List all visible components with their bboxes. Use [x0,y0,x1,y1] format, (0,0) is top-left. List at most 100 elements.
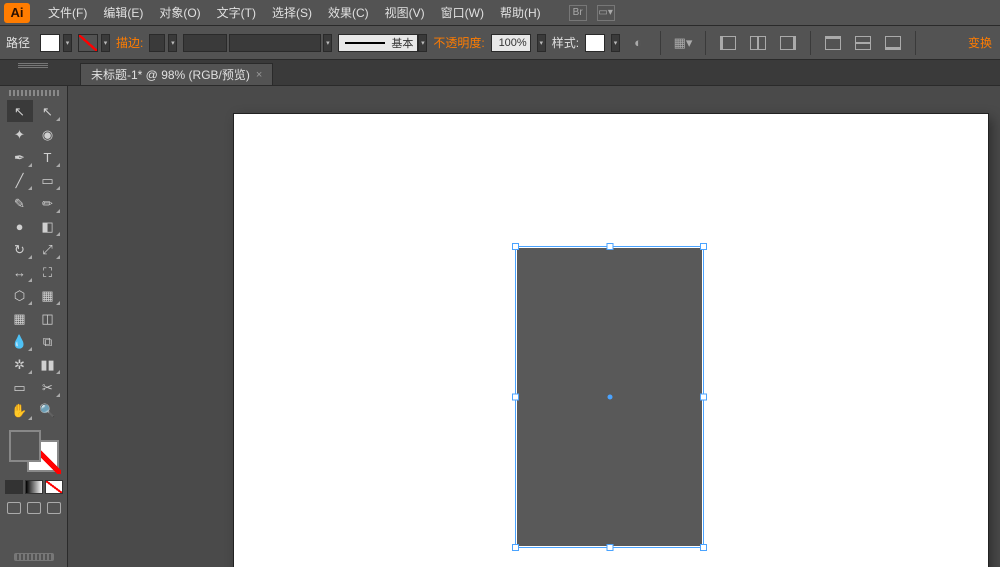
align-top-icon[interactable] [821,33,845,53]
rotate-tool[interactable]: ↻ [7,238,33,260]
stroke-profile-field[interactable] [229,34,321,52]
stroke-swatch-group: ▾ [78,34,110,52]
stroke-weight-dropdown[interactable]: ▾ [168,34,177,52]
brush-definition-dropdown[interactable]: ▾ [418,34,427,52]
eyedropper-tool[interactable]: 💧 [7,330,33,352]
menu-help[interactable]: 帮助(H) [492,0,549,25]
type-tool[interactable]: T [35,146,61,168]
rectangle-shape[interactable] [517,248,702,546]
opacity-dropdown[interactable]: ▾ [537,34,546,52]
mesh-tool[interactable]: ▦ [7,307,33,329]
zoom-tool[interactable]: 🔍 [35,399,61,421]
brush-definition[interactable]: 基本 [338,34,418,52]
rotate-icon: ↻ [14,243,25,256]
workspace[interactable] [68,86,1000,567]
align-right-icon[interactable] [776,33,800,53]
stroke-swatch-dropdown[interactable]: ▾ [101,34,110,52]
toolbox-grip[interactable] [9,90,59,96]
direct-selection-tool[interactable]: ↖ [35,100,61,122]
pencil-tool[interactable]: ✏ [35,192,61,214]
main-area: ↖ ↖ ✦ ◉ ✒ T ╱ ▭ ✎ ✏ ● ◧ ↻ ⤢ ↔ ⛶ [0,86,1000,567]
align-vcenter-icon[interactable] [851,33,875,53]
opacity-input[interactable]: 100% [491,34,531,52]
document-tab[interactable]: 未标题-1* @ 98% (RGB/预览) × [80,63,273,85]
align-selection-icon[interactable]: ▦▾ [671,33,695,53]
direct-selection-icon: ↖ [42,105,53,118]
selection-tool[interactable]: ↖ [7,100,33,122]
stroke-profile-group: ▾ [183,34,332,52]
column-graph-tool[interactable]: ▮▮ [35,353,61,375]
document-tab-title: 未标题-1* @ 98% (RGB/预览) [91,66,250,83]
rectangle-tool[interactable]: ▭ [35,169,61,191]
paintbrush-tool[interactable]: ✎ [7,192,33,214]
stroke-swatch[interactable] [78,34,98,52]
slice-icon: ✂ [42,381,53,394]
pen-tool[interactable]: ✒ [7,146,33,168]
rectangle-icon: ▭ [41,174,53,187]
fill-stroke-indicator[interactable] [5,426,63,476]
hand-icon: ✋ [11,404,27,417]
tabbar-grip[interactable] [18,63,48,69]
graphic-style-dropdown[interactable]: ▾ [611,34,620,52]
fill-indicator[interactable] [9,430,41,462]
graphic-style-label: 样式: [552,34,579,51]
toolbox-dock-handle[interactable] [14,553,54,561]
gradient-mode[interactable] [25,480,43,494]
line-icon: ╱ [16,174,24,187]
menu-select[interactable]: 选择(S) [264,0,320,25]
width-tool[interactable]: ↔ [7,261,33,283]
shape-builder-tool[interactable]: ⬡ [7,284,33,306]
recolor-artwork-icon[interactable]: ◐ [626,33,650,53]
transform-panel-label[interactable]: 变换 [968,34,994,51]
fill-swatch[interactable] [40,34,60,52]
selection-icon: ↖ [14,105,25,118]
menu-edit[interactable]: 编辑(E) [95,0,151,25]
app-logo: Ai [4,3,30,23]
menu-view[interactable]: 视图(V) [377,0,433,25]
stroke-weight-stepper[interactable] [149,34,165,52]
bridge-icon[interactable]: Br [569,5,587,21]
lasso-tool[interactable]: ◉ [35,123,61,145]
fill-swatch-dropdown[interactable]: ▾ [63,34,72,52]
gradient-icon: ◫ [41,312,53,325]
pencil-icon: ✏ [42,197,53,210]
opacity-label: 不透明度: [433,34,484,51]
menu-window[interactable]: 窗口(W) [433,0,492,25]
graphic-style-swatch[interactable] [585,34,605,52]
blob-brush-tool[interactable]: ● [7,215,33,237]
gradient-tool[interactable]: ◫ [35,307,61,329]
stroke-variable-width[interactable] [183,34,227,52]
menu-file[interactable]: 文件(F) [40,0,95,25]
arrange-documents-icon[interactable]: ▭▾ [597,5,615,21]
align-bottom-icon[interactable] [881,33,905,53]
scale-tool[interactable]: ⤢ [35,238,61,260]
divider [660,31,661,55]
close-icon[interactable]: × [256,69,262,81]
stroke-profile-dropdown[interactable]: ▾ [323,34,332,52]
toolbox-panel: ↖ ↖ ✦ ◉ ✒ T ╱ ▭ ✎ ✏ ● ◧ ↻ ⤢ ↔ ⛶ [0,86,68,567]
artboard-tool[interactable]: ▭ [7,376,33,398]
normal-screen-mode-icon[interactable] [7,502,21,514]
blend-tool[interactable]: ⧉ [35,330,61,352]
none-mode[interactable] [45,480,63,494]
free-transform-tool[interactable]: ⛶ [35,261,61,283]
solid-color-mode[interactable] [5,480,23,494]
presentation-mode-icon[interactable] [47,502,61,514]
eraser-tool[interactable]: ◧ [35,215,61,237]
menu-type[interactable]: 文字(T) [209,0,264,25]
artboard[interactable] [234,114,988,567]
hand-tool[interactable]: ✋ [7,399,33,421]
menu-object[interactable]: 对象(O) [151,0,208,25]
slice-tool[interactable]: ✂ [35,376,61,398]
magic-wand-tool[interactable]: ✦ [7,123,33,145]
line-segment-tool[interactable]: ╱ [7,169,33,191]
perspective-grid-tool[interactable]: ▦ [35,284,61,306]
selection-mode-label: 路径 [6,34,34,51]
menu-effect[interactable]: 效果(C) [320,0,377,25]
blend-icon: ⧉ [43,335,52,348]
symbol-sprayer-tool[interactable]: ✲ [7,353,33,375]
align-hcenter-icon[interactable] [746,33,770,53]
eyedropper-icon: 💧 [11,335,27,348]
align-left-icon[interactable] [716,33,740,53]
full-screen-mode-icon[interactable] [27,502,41,514]
